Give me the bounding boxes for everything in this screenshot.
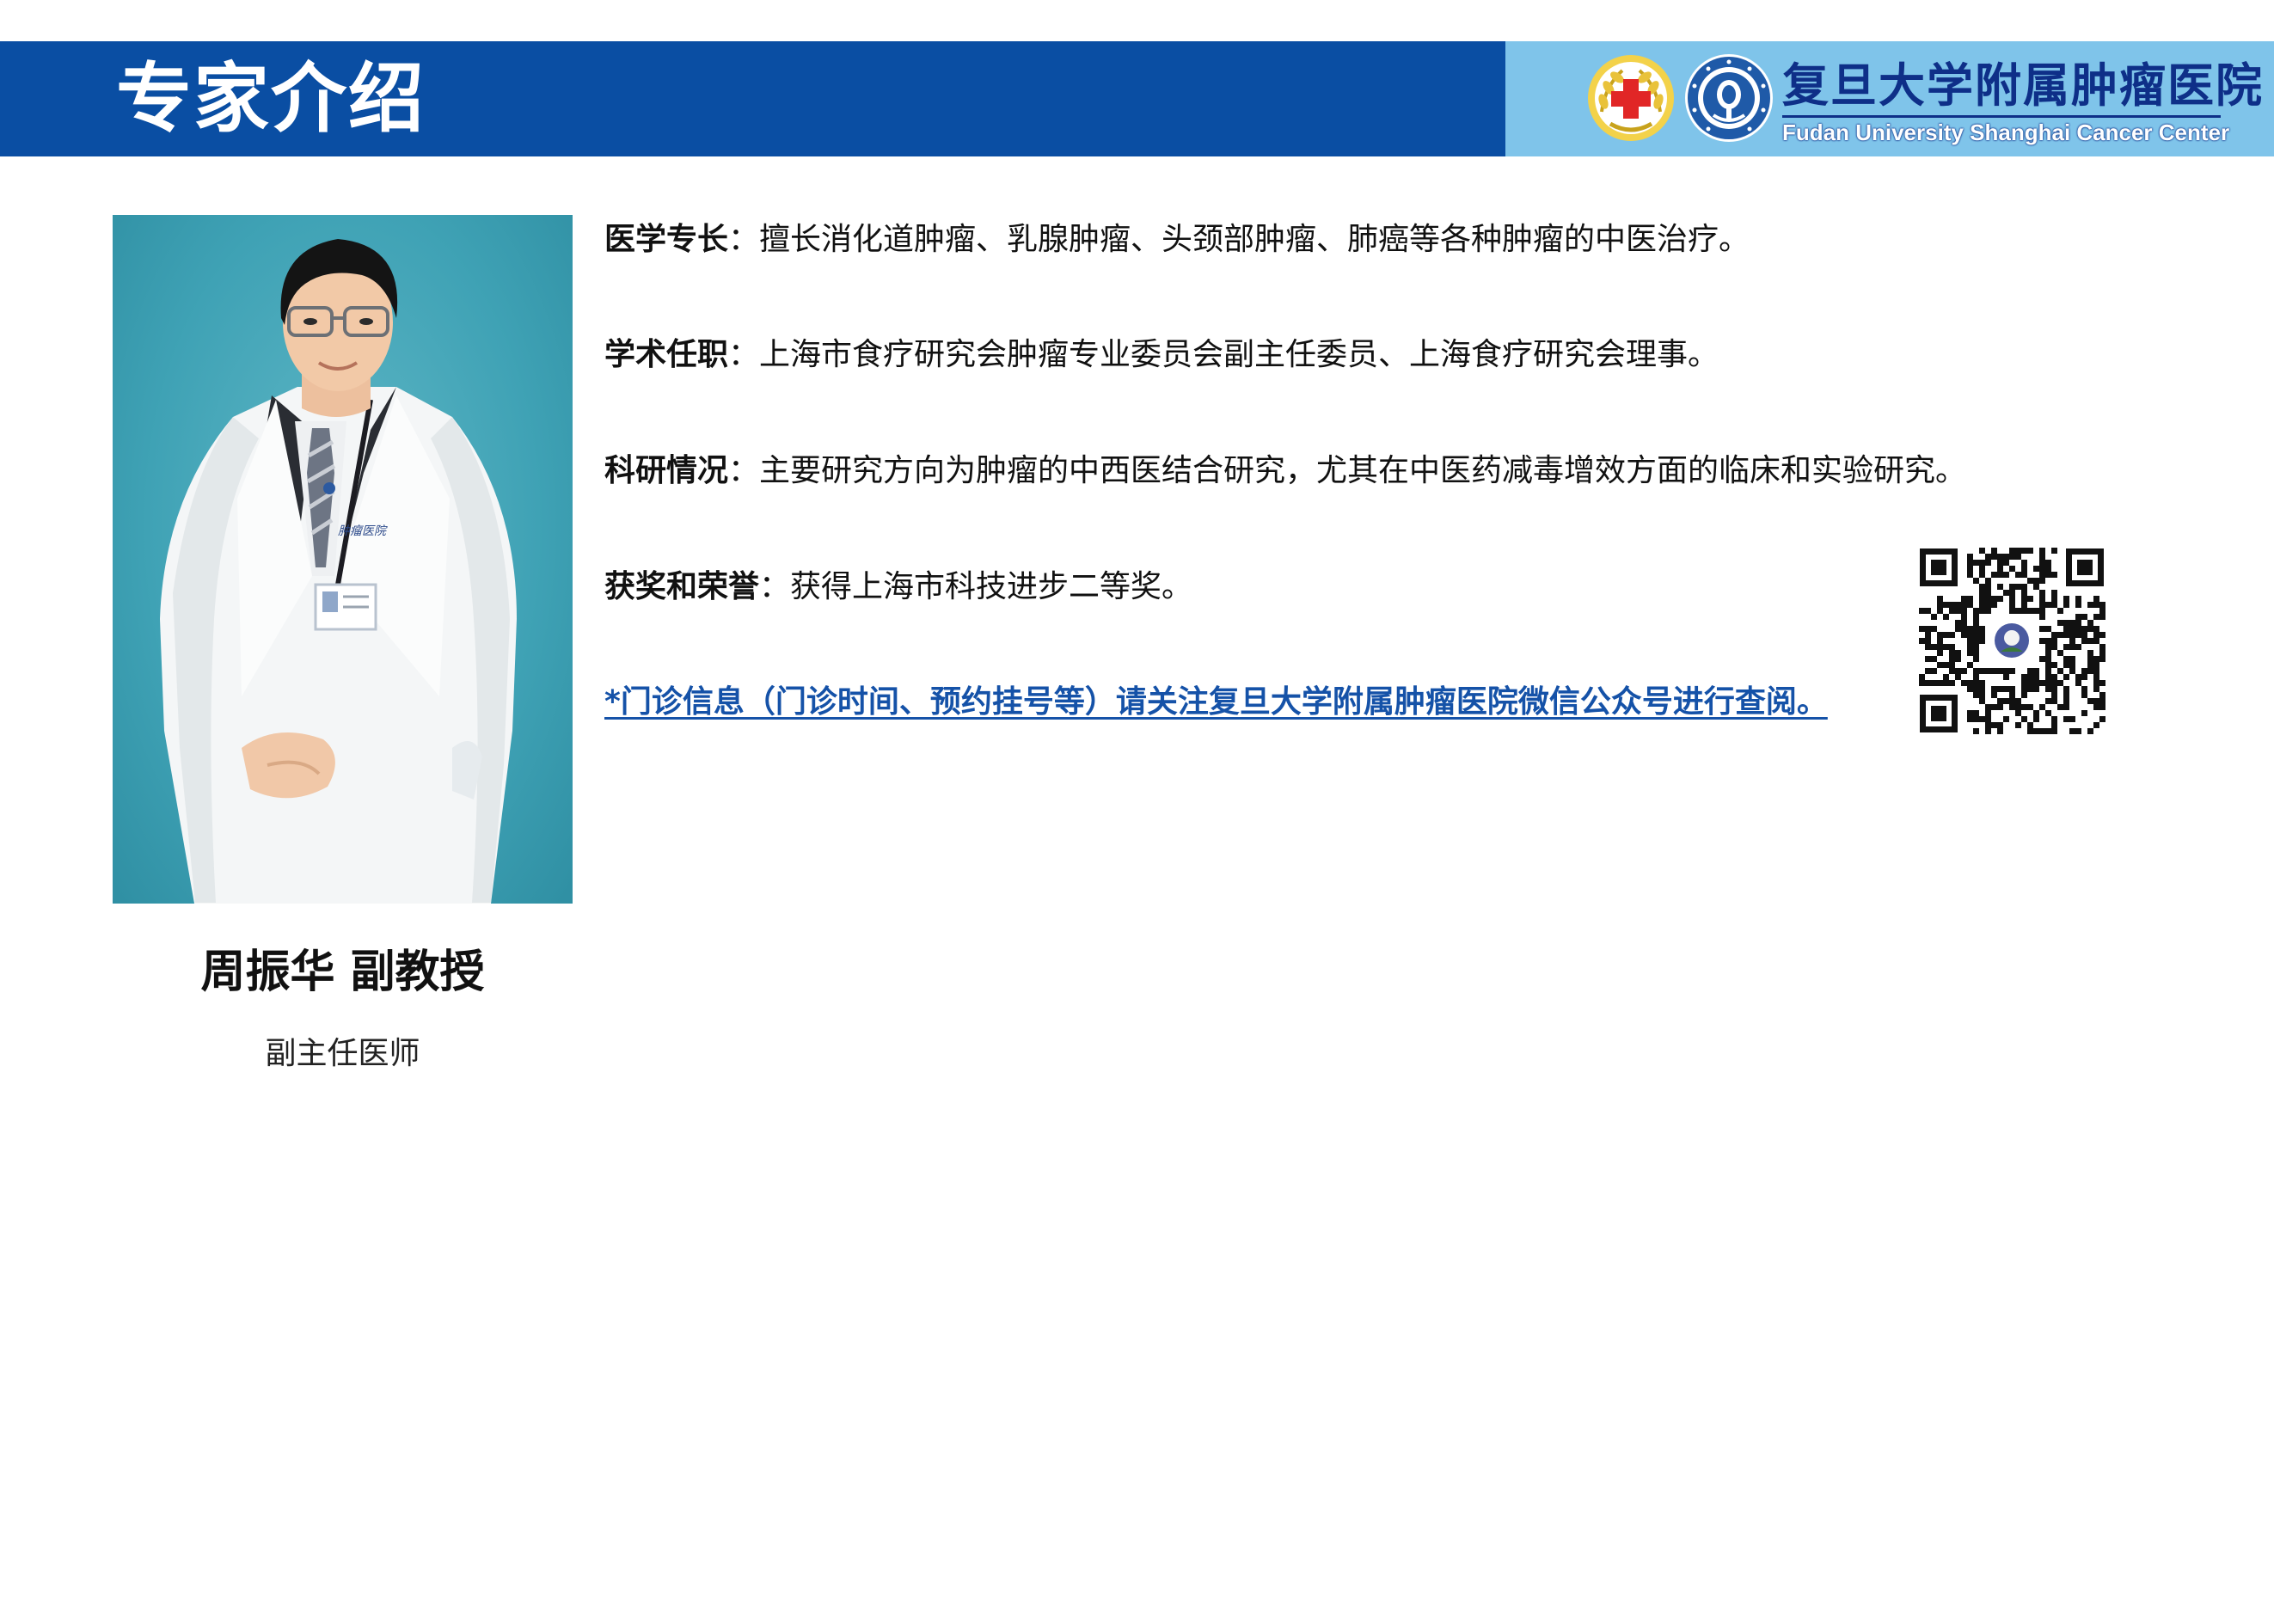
academic-post-label: 学术任职 xyxy=(604,337,729,372)
specialty-text: 擅长消化道肿瘤、乳腺肿瘤、头颈部肿瘤、肺癌等各种肿瘤的中医治疗。 xyxy=(759,222,1750,257)
doctor-name: 周振华 副教授 xyxy=(200,947,485,998)
awards-label: 获奖和荣誉 xyxy=(604,569,760,604)
research-label: 科研情况 xyxy=(604,453,729,488)
wechat-qr-code-icon xyxy=(1918,547,2105,734)
awards-text: 获得上海市科技进步二等奖。 xyxy=(790,569,1193,604)
research-text: 主要研究方向为肿瘤的中西医结合研究，尤其在中医药减毒增效方面的临床和实验研究。 xyxy=(759,453,1967,488)
academic-post-text: 上海市食疗研究会肿瘤专业委员会副主任委员、上海食疗研究会理事。 xyxy=(759,337,1719,372)
svg-text:肿瘤医院: 肿瘤医院 xyxy=(338,524,388,538)
academic-post-separator: ： xyxy=(728,337,760,372)
logo-divider xyxy=(1782,115,2221,118)
red-cross-emblem-icon xyxy=(1588,55,1674,141)
header-title-panel: 专家介绍 xyxy=(0,41,1505,156)
doctor-position: 副主任医师 xyxy=(265,1036,420,1071)
specialty-row: 医学专长：擅长消化道肿瘤、乳腺肿瘤、头颈部肿瘤、肺癌等各种肿瘤的中医治疗。 xyxy=(604,218,1750,261)
doctor-portrait: 肿瘤医院 xyxy=(113,215,573,904)
hospital-name-en: Fudan University Shanghai Cancer Center xyxy=(1782,120,2230,145)
doctor-portrait-illustration: 肿瘤医院 xyxy=(160,239,517,904)
academic-post-row: 学术任职：上海市食疗研究会肿瘤专业委员会副主任委员、上海食疗研究会理事。 xyxy=(604,334,1719,377)
awards-separator: ： xyxy=(759,569,791,604)
awards-row: 获奖和荣誉：获得上海市科技进步二等奖。 xyxy=(604,566,1192,609)
specialty-separator: ： xyxy=(728,222,760,257)
specialty-label: 医学专长 xyxy=(604,222,729,257)
page-title: 专家介绍 xyxy=(116,54,426,143)
hospital-name-cn: 复旦大学附属肿瘤医院 xyxy=(1782,58,2264,113)
hospital-seal-icon xyxy=(1685,54,1773,142)
research-row: 科研情况：主要研究方向为肿瘤的中西医结合研究，尤其在中医药减毒增效方面的临床和实… xyxy=(604,450,1966,493)
research-separator: ： xyxy=(728,453,760,488)
header-bar: 专家介绍 复旦大学附属肿瘤医院 Fudan University Shangha… xyxy=(0,41,2274,156)
clinic-info-link[interactable]: *门诊信息（门诊时间、预约挂号等）请关注复旦大学附属肿瘤医院微信公众号进行查阅。 xyxy=(604,681,1828,724)
